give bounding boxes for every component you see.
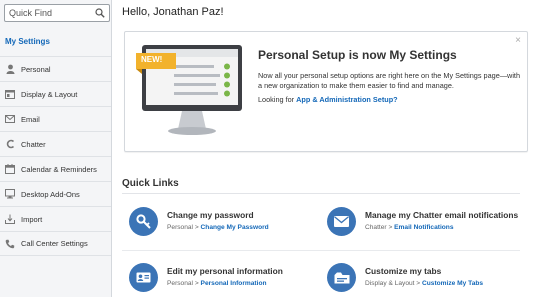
envelope-icon (327, 207, 356, 236)
quick-link-title[interactable]: Customize my tabs (365, 266, 441, 276)
close-icon[interactable]: × (515, 35, 521, 46)
greeting-heading: Hello, Jonathan Paz! (122, 6, 224, 18)
quick-links-title: Quick Links (122, 178, 179, 189)
quick-link-personal-info[interactable]: Edit my personal information Personal > … (129, 263, 309, 295)
monitor-icon (5, 189, 15, 199)
quick-link-title[interactable]: Manage my Chatter email notifications (365, 210, 518, 220)
sidebar-item-label: Chatter (21, 139, 46, 149)
sidebar-item-label: Call Center Settings (21, 239, 88, 248)
sidebar-item-label: Personal (21, 64, 51, 74)
phone-icon (5, 239, 15, 249)
sidebar-item-label: Calendar & Reminders (21, 164, 97, 174)
sidebar-item-desktop-addons[interactable]: Desktop Add-Ons (0, 181, 111, 206)
quick-find-box[interactable] (4, 4, 110, 22)
banner-description: Now all your personal setup options are … (258, 71, 521, 90)
chatter-icon (5, 139, 15, 149)
sidebar-item-label: Import (21, 214, 43, 224)
quick-links-row-divider (122, 250, 520, 251)
sidebar-item-label: Display & Layout (21, 89, 78, 99)
quick-link-customize-tabs[interactable]: Customize my tabs Display & Layout > Cus… (327, 263, 527, 295)
personal-information-link[interactable]: Personal Information (201, 280, 267, 287)
my-settings-link[interactable]: My Settings (5, 37, 50, 46)
quick-link-path: Personal > Personal Information (167, 280, 267, 287)
import-icon (5, 214, 15, 224)
id-card-icon (129, 263, 158, 292)
new-badge-label: NEW! (141, 55, 163, 64)
email-notifications-link[interactable]: Email Notifications (394, 224, 453, 231)
announcement-banner: NEW! × Personal Setup is now My Settings… (124, 31, 528, 152)
sidebar-item-label: Desktop Add-Ons (21, 189, 80, 199)
quick-link-title[interactable]: Edit my personal information (167, 266, 283, 276)
quick-link-title[interactable]: Change my password (167, 210, 254, 220)
layout-icon (5, 89, 15, 99)
sidebar-item-label: Email (21, 114, 40, 124)
quick-link-path-prefix: Chatter > (365, 224, 395, 231)
tabs-icon (327, 263, 356, 292)
key-icon (129, 207, 158, 236)
quick-link-change-password[interactable]: Change my password Personal > Change My … (129, 207, 309, 239)
banner-question: Looking for App & Administration Setup? (258, 95, 398, 104)
sidebar-item-call-center[interactable]: Call Center Settings (0, 231, 111, 256)
quick-link-path: Display & Layout > Customize My Tabs (365, 280, 483, 287)
envelope-icon (5, 114, 15, 124)
sidebar-item-personal[interactable]: Personal (0, 56, 111, 81)
quick-link-path-prefix: Personal > (167, 224, 201, 231)
sidebar: My Settings Personal Display & Layout Em… (0, 0, 112, 297)
customize-my-tabs-link[interactable]: Customize My Tabs (422, 280, 483, 287)
sidebar-item-import[interactable]: Import (0, 206, 111, 231)
banner-title: Personal Setup is now My Settings (258, 48, 457, 62)
search-icon[interactable] (95, 8, 105, 18)
quick-link-path-prefix: Personal > (167, 280, 201, 287)
app-admin-setup-link[interactable]: App & Administration Setup? (296, 95, 397, 104)
sidebar-item-calendar[interactable]: Calendar & Reminders (0, 156, 111, 181)
quick-link-chatter-email[interactable]: Manage my Chatter email notifications Ch… (327, 207, 527, 239)
quick-link-path: Chatter > Email Notifications (365, 224, 454, 231)
sidebar-item-chatter[interactable]: Chatter (0, 131, 111, 156)
quick-link-path-prefix: Display & Layout > (365, 280, 422, 287)
sidebar-item-email[interactable]: Email (0, 106, 111, 131)
banner-question-prefix: Looking for (258, 95, 297, 104)
quick-links-divider (122, 193, 520, 194)
change-my-password-link[interactable]: Change My Password (201, 224, 269, 231)
person-icon (5, 64, 15, 74)
sidebar-item-display-layout[interactable]: Display & Layout (0, 81, 111, 106)
quick-find-input[interactable] (5, 5, 93, 21)
calendar-icon (5, 164, 15, 174)
quick-link-path: Personal > Change My Password (167, 224, 269, 231)
